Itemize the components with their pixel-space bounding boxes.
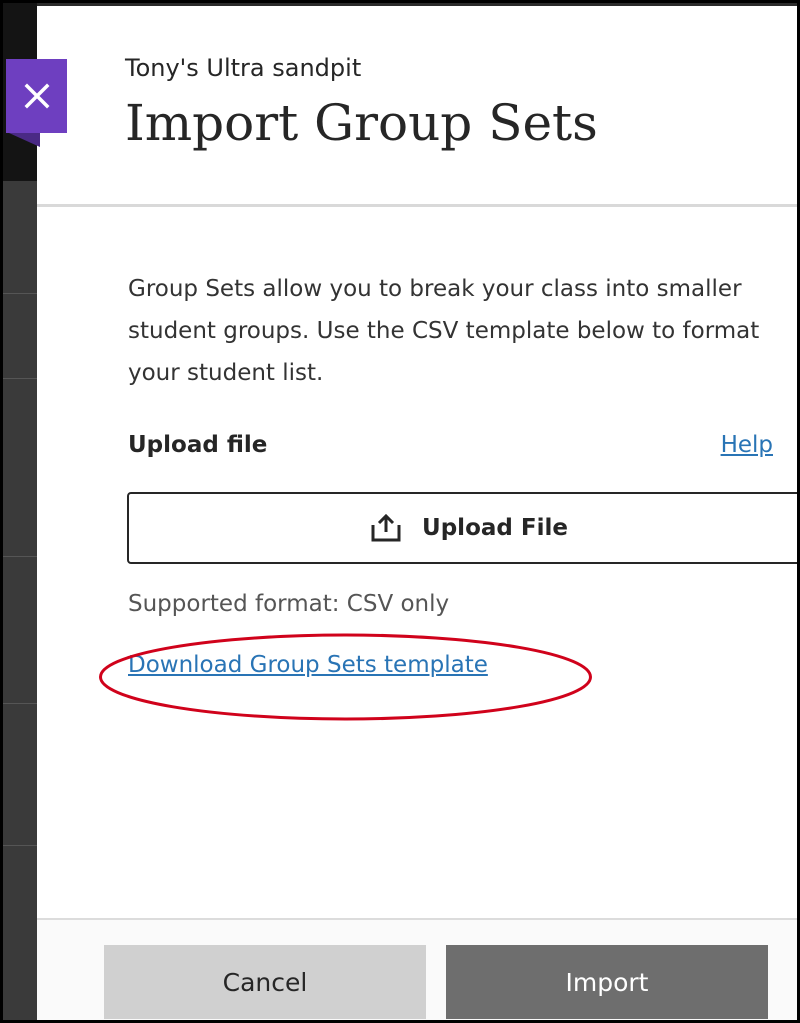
- help-link[interactable]: Help: [721, 432, 773, 458]
- divider: [3, 378, 37, 379]
- header-divider: [37, 204, 797, 207]
- upload-file-button[interactable]: Upload File: [127, 492, 797, 564]
- divider: [3, 293, 37, 294]
- import-button[interactable]: Import: [446, 945, 768, 1019]
- close-icon: [24, 83, 49, 109]
- description-text: Group Sets allow you to break your class…: [128, 276, 760, 386]
- upload-icon: [371, 513, 401, 542]
- screenshot-frame: Tony's Ultra sandpit Import Group Sets G…: [0, 0, 800, 1023]
- divider: [3, 845, 37, 846]
- underlying-page: [3, 3, 37, 1020]
- download-template-link[interactable]: Download Group Sets template: [128, 652, 488, 678]
- close-panel-button[interactable]: [6, 59, 67, 147]
- course-name: Tony's Ultra sandpit: [125, 54, 362, 82]
- upload-file-label: Upload file: [128, 432, 268, 458]
- import-group-sets-panel: Tony's Ultra sandpit Import Group Sets G…: [37, 6, 797, 1020]
- cancel-button[interactable]: Cancel: [104, 945, 426, 1019]
- page-title: Import Group Sets: [125, 94, 598, 152]
- supported-format-text: Supported format: CSV only: [128, 591, 450, 617]
- divider: [3, 556, 37, 557]
- upload-file-button-label: Upload File: [422, 515, 568, 541]
- divider: [3, 703, 37, 704]
